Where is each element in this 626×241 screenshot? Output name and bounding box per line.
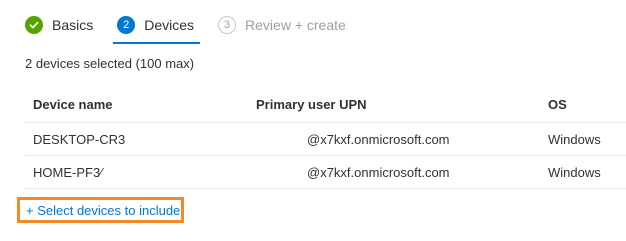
os-cell: Windows [548,164,601,180]
step-devices-label: Devices [144,17,195,33]
checkmark-icon [25,16,43,34]
device-name-cell: HOME-PF3⁄ [33,164,103,180]
select-devices-link[interactable]: + Select devices to include [17,197,184,223]
os-cell: Windows [548,131,601,147]
column-header-device-name[interactable]: Device name [25,97,255,112]
devices-table: Device name Primary user UPN OS DESKTOP-… [25,86,626,189]
step-review-create-label: Review + create [245,17,346,33]
step-devices[interactable]: 2 Devices [113,10,200,44]
upn-cell: @x7kxf.onmicrosoft.com [307,164,450,180]
step-review-create[interactable]: 3 Review + create [218,10,346,40]
device-name-cell: DESKTOP-CR3 [33,131,126,147]
selected-devices-count: 2 devices selected (100 max) [25,56,195,71]
wizard-steps: Basics 2 Devices 3 Review + create [25,10,370,44]
table-row[interactable]: DESKTOP-CR3 @x7kxf.onmicrosoft.com Windo… [25,123,626,156]
step-basics[interactable]: Basics [25,10,93,40]
column-header-primary-user-upn[interactable]: Primary user UPN [255,97,548,112]
column-header-os[interactable]: OS [548,97,626,112]
step-number-badge: 2 [117,16,136,34]
table-header-row: Device name Primary user UPN OS [25,86,626,123]
step-basics-label: Basics [52,17,94,33]
upn-cell: @x7kxf.onmicrosoft.com [307,131,450,147]
table-row[interactable]: HOME-PF3⁄ @x7kxf.onmicrosoft.com Windows [25,156,626,189]
step-number-badge: 3 [218,16,237,34]
